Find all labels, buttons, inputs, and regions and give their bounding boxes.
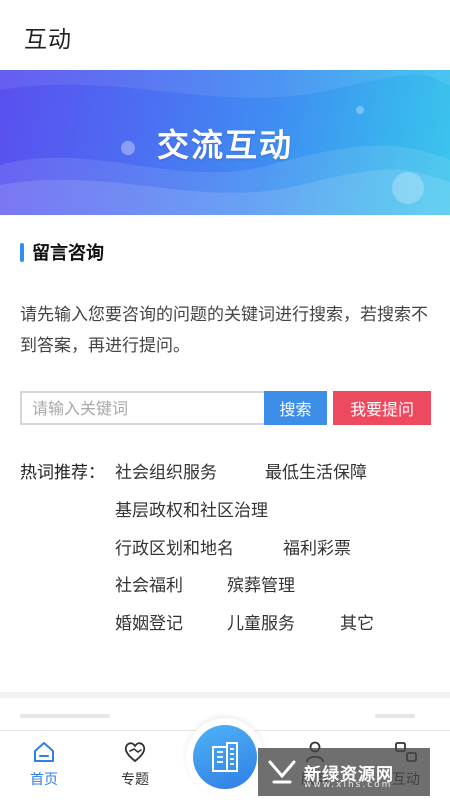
section-title: 留言咨询: [32, 243, 104, 264]
page-title: 互动: [24, 27, 72, 53]
center-fab-button[interactable]: [186, 718, 264, 796]
hot-word-tag[interactable]: 行政区划和地名: [115, 534, 234, 559]
hot-word-tag[interactable]: 其它: [340, 609, 374, 634]
hot-word-tag[interactable]: 基层政权和社区治理: [115, 496, 268, 521]
search-row: 搜索 我要提问: [20, 391, 431, 425]
section-header: 留言咨询: [20, 240, 104, 264]
hot-word-tag[interactable]: 婚姻登记: [115, 609, 183, 634]
search-input[interactable]: [20, 391, 264, 425]
home-icon: [34, 742, 54, 762]
section-accent-bar: [20, 242, 24, 262]
watermark: 新绿资源网 www.xlhs.com: [258, 748, 430, 796]
hot-word-tag[interactable]: 福利彩票: [283, 534, 351, 559]
hot-word-tag[interactable]: 最低生活保障: [265, 458, 367, 483]
section-divider: [0, 692, 450, 698]
center-fab-inner: [193, 725, 257, 789]
tab-topics[interactable]: 专题: [105, 739, 165, 789]
building-icon: [212, 742, 238, 772]
hot-word-tag[interactable]: 社会组织服务: [115, 458, 217, 483]
peek-placeholder: [20, 714, 110, 718]
handshake-heart-icon: [124, 742, 146, 763]
hot-word-tag[interactable]: 殡葬管理: [227, 571, 295, 596]
intro-text: 请先输入您要咨询的问题的关键词进行搜索，若搜索不到答案，再进行提问。: [20, 305, 428, 356]
tab-home-label: 首页: [30, 772, 58, 788]
hot-word-tag[interactable]: 儿童服务: [227, 609, 295, 634]
top-bar: 互动: [0, 0, 450, 70]
watermark-url: www.xlhs.com: [304, 780, 393, 790]
tab-topics-label: 专题: [121, 772, 149, 788]
hot-words-label: 热词推荐：: [20, 463, 105, 483]
watermark-logo-icon: [268, 760, 296, 784]
peek-placeholder: [375, 714, 415, 718]
tab-home[interactable]: 首页: [14, 739, 74, 789]
banner-title: 交流互动: [156, 126, 293, 164]
ask-question-button[interactable]: 我要提问: [333, 391, 431, 425]
search-button[interactable]: 搜索: [264, 391, 327, 425]
hot-word-tag[interactable]: 社会福利: [115, 571, 183, 596]
banner: 交流互动: [0, 70, 450, 215]
